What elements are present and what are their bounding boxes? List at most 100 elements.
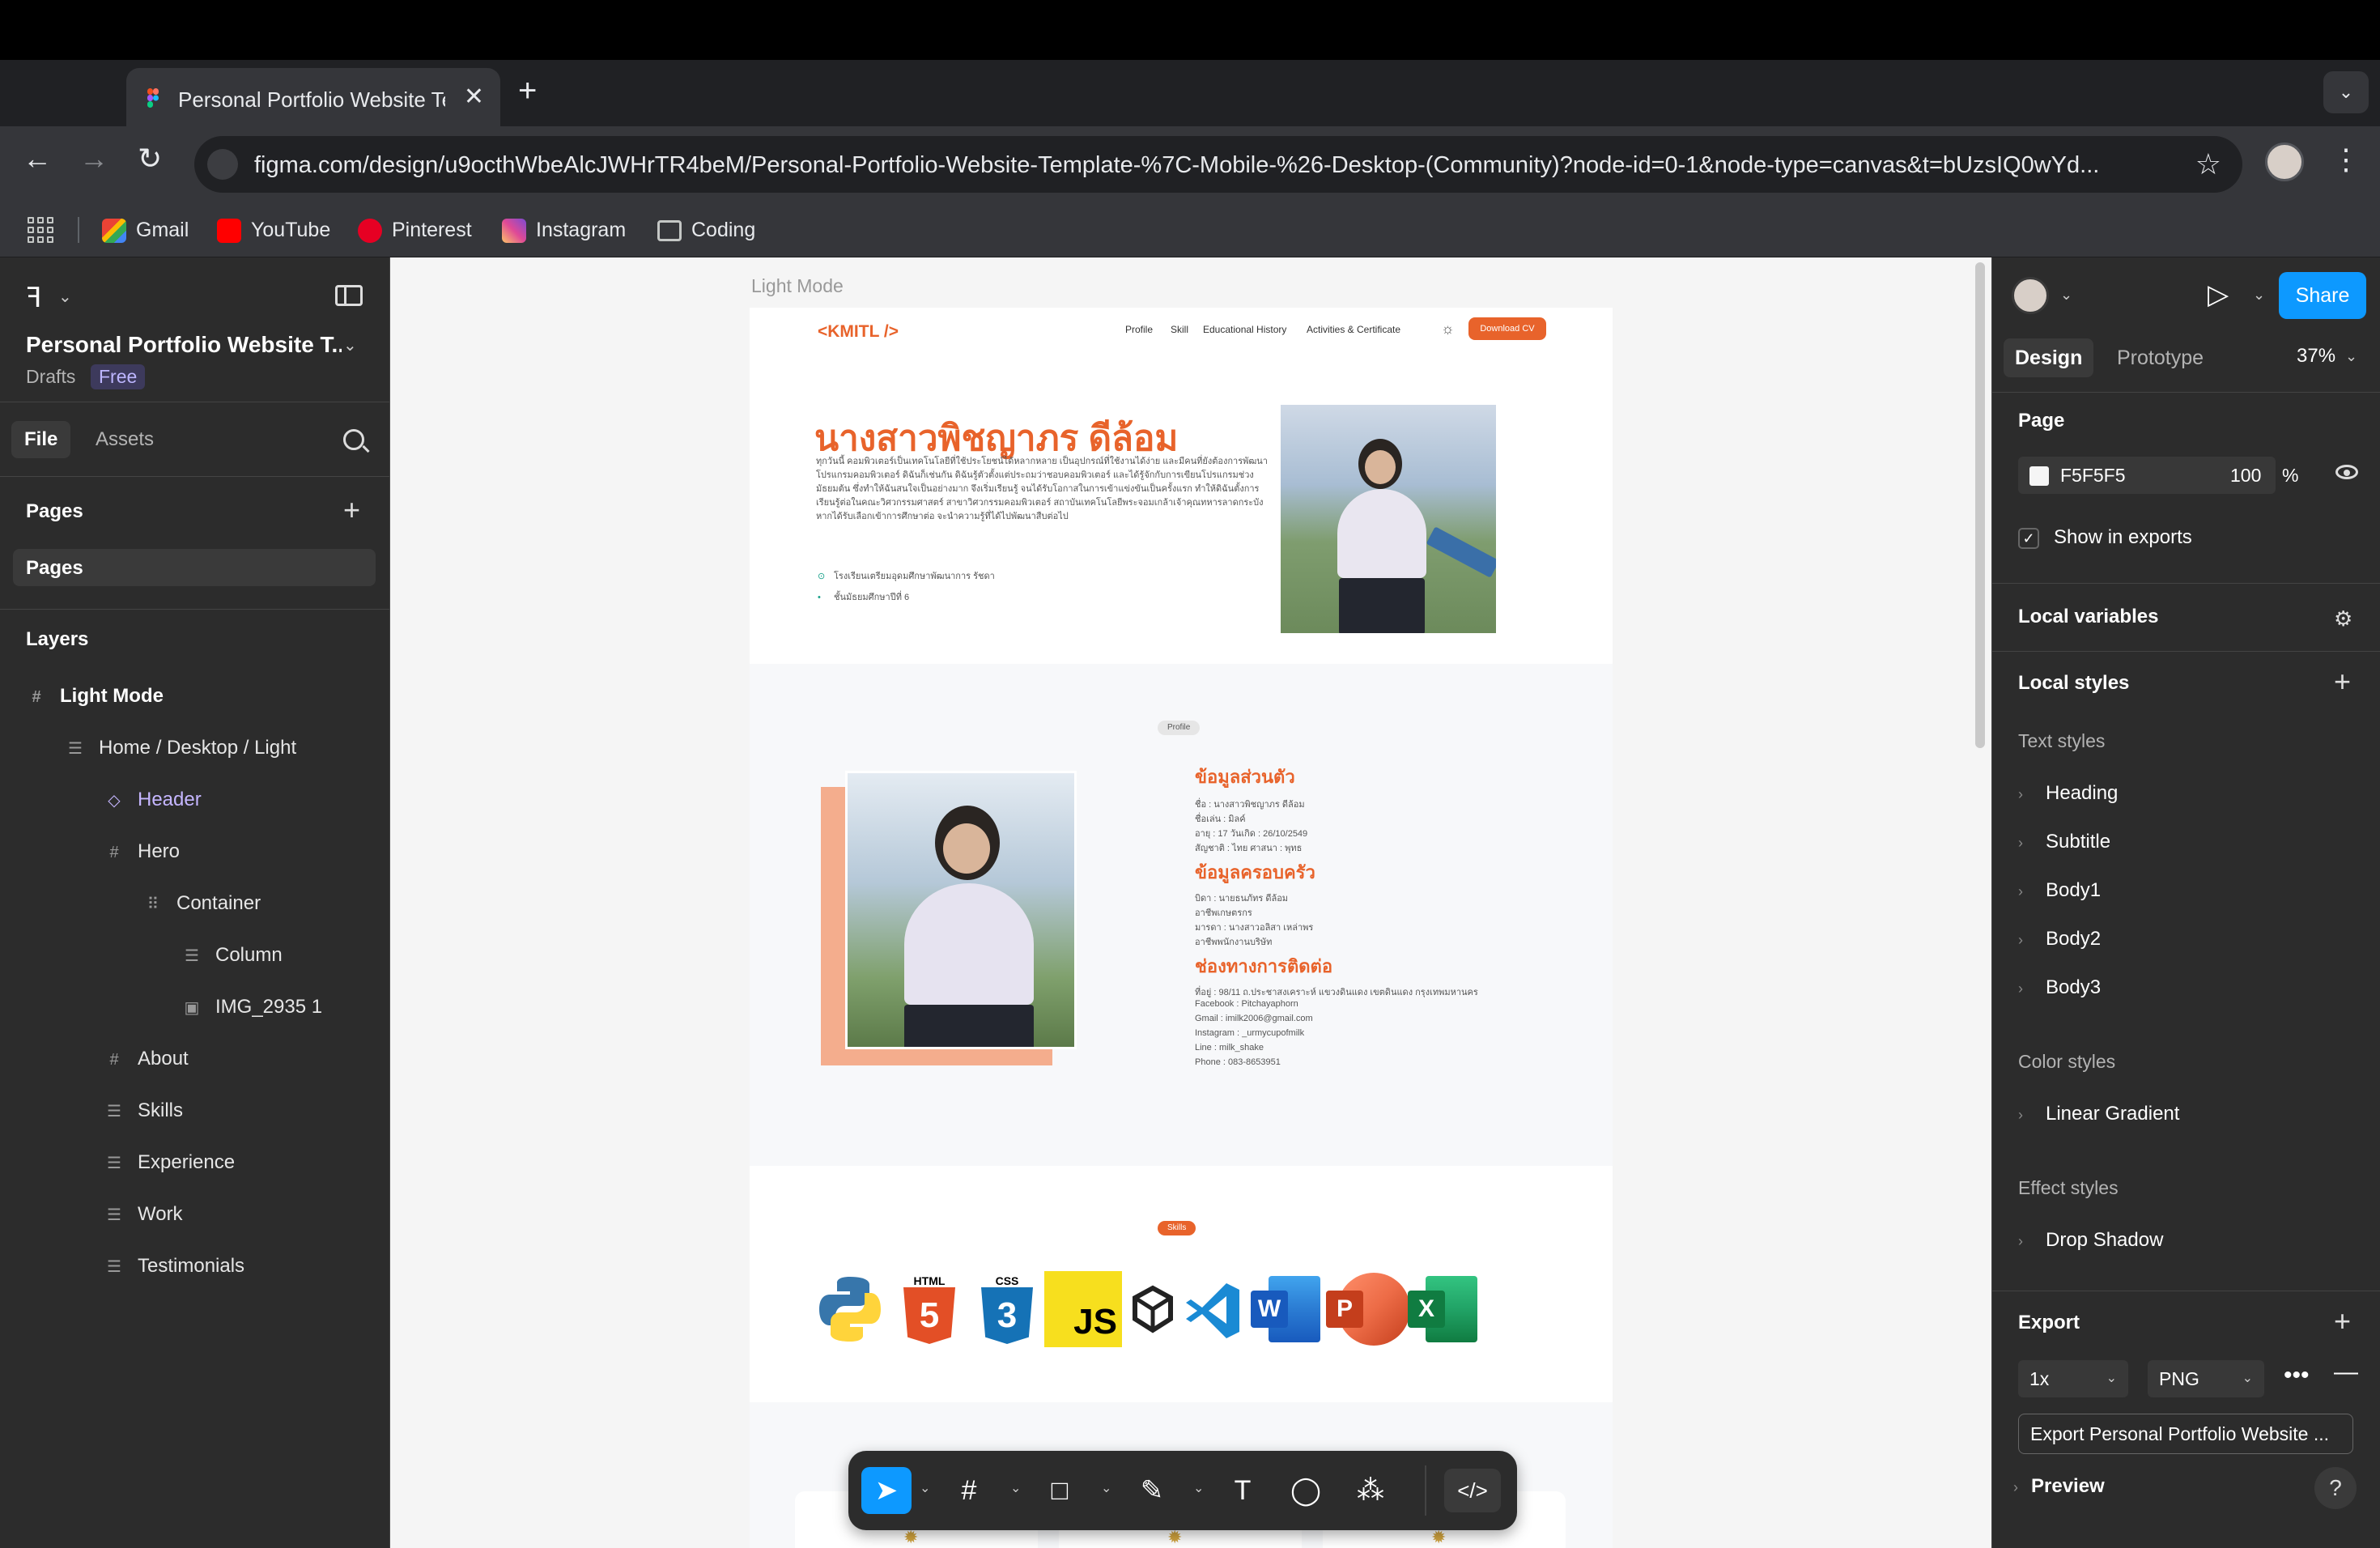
export-format-select[interactable]: PNG ⌄ xyxy=(2148,1360,2264,1397)
layer-experience[interactable]: ☰ Experience xyxy=(105,1146,235,1179)
new-tab-icon[interactable]: + xyxy=(518,74,537,107)
chevron-down-icon[interactable]: ⌄ xyxy=(1101,1480,1111,1496)
layer-container[interactable]: ⠿ Container xyxy=(144,887,261,920)
bookmark-youtube[interactable]: YouTube xyxy=(217,215,330,245)
layer-skills[interactable]: ☰ Skills xyxy=(105,1095,183,1127)
chevron-down-icon[interactable]: ⌄ xyxy=(58,287,72,307)
share-button[interactable]: Share xyxy=(2279,272,2366,319)
color-swatch[interactable] xyxy=(2029,466,2049,486)
chevron-right-icon: › xyxy=(2018,1233,2023,1249)
chevron-down-icon[interactable]: ⌄ xyxy=(2060,287,2072,304)
layer-hero[interactable]: # Hero xyxy=(105,836,180,868)
add-export-icon[interactable]: + xyxy=(2334,1307,2351,1336)
help-button[interactable]: ? xyxy=(2314,1467,2357,1509)
page-opacity-field[interactable]: 100 % xyxy=(2212,457,2314,494)
layer-home-desktop-light[interactable]: ☰ Home / Desktop / Light xyxy=(66,732,296,764)
browser-tab[interactable]: Personal Portfolio Website Te ✕ xyxy=(126,68,500,126)
layer-img-2935[interactable]: ▣ IMG_2935 1 xyxy=(183,991,323,1023)
frame-icon: # xyxy=(32,688,41,706)
text-style-body2[interactable]: › Body2 xyxy=(2018,928,2101,950)
bookmark-instagram[interactable]: Instagram xyxy=(502,215,626,245)
layer-about[interactable]: # About xyxy=(105,1043,188,1075)
reload-icon[interactable]: ↻ xyxy=(138,142,162,175)
site-settings-icon[interactable] xyxy=(207,149,238,180)
user-avatar[interactable] xyxy=(2012,277,2049,314)
export-preview-toggle[interactable]: › Preview xyxy=(2013,1475,2105,1498)
layer-header[interactable]: ◇ Header xyxy=(105,784,201,816)
text-style-heading[interactable]: › Heading xyxy=(2018,782,2118,805)
toggle-sidebar-icon[interactable] xyxy=(335,285,363,306)
browser-profile-avatar[interactable] xyxy=(2265,142,2304,181)
remove-export-icon[interactable]: — xyxy=(2334,1359,2358,1386)
layer-column[interactable]: ☰ Column xyxy=(183,939,283,972)
file-location[interactable]: Drafts xyxy=(26,366,75,388)
dev-mode-icon[interactable]: </> xyxy=(1444,1469,1501,1512)
bookmark-star-icon[interactable]: ☆ xyxy=(2195,147,2221,181)
eye-icon[interactable] xyxy=(2335,465,2358,479)
pen-tool-icon[interactable]: ✎ xyxy=(1127,1467,1177,1514)
tab-search-chevron-icon[interactable]: ⌄ xyxy=(2323,71,2369,113)
page-item[interactable]: Pages xyxy=(13,549,376,586)
tab-assets[interactable]: Assets xyxy=(83,421,167,458)
text-styles-heading: Text styles xyxy=(2018,730,2106,751)
comment-tool-icon[interactable]: ◯ xyxy=(1281,1467,1331,1514)
layer-work[interactable]: ☰ Work xyxy=(105,1198,183,1231)
tab-file[interactable]: File xyxy=(11,421,71,458)
frame-tool-icon[interactable]: # xyxy=(944,1467,994,1514)
search-icon[interactable] xyxy=(343,429,364,450)
tab-prototype[interactable]: Prototype xyxy=(2106,338,2215,377)
chevron-down-icon[interactable]: ⌄ xyxy=(2345,348,2357,365)
tab-close-icon[interactable]: ✕ xyxy=(464,83,484,111)
canvas[interactable]: Light Mode <KMITL /> Profile Skill Educa… xyxy=(390,257,1991,1548)
text-tool-icon[interactable]: T xyxy=(1218,1467,1268,1514)
apps-grid-icon[interactable] xyxy=(28,217,53,243)
chevron-down-icon[interactable]: ⌄ xyxy=(343,335,357,355)
color-hex-value[interactable]: F5F5F5 xyxy=(2060,465,2126,487)
actions-tool-icon[interactable]: ⁂ xyxy=(1345,1467,1396,1514)
local-variables-heading[interactable]: Local variables xyxy=(2018,606,2158,628)
address-bar[interactable]: figma.com/design/u9octhWbeAlcJWHrTR4beM/… xyxy=(194,136,2242,193)
effect-style-drop-shadow[interactable]: › Drop Shadow xyxy=(2018,1229,2163,1252)
present-play-icon[interactable]: ▷ xyxy=(2208,279,2229,311)
figma-menu-icon[interactable]: ꟻ xyxy=(26,282,42,314)
move-tool-icon[interactable]: ➤ xyxy=(861,1467,912,1514)
export-button[interactable]: Export Personal Portfolio Website ... xyxy=(2018,1414,2353,1454)
browser-menu-icon[interactable]: ⋮ xyxy=(2331,142,2361,176)
export-more-icon[interactable]: ••• xyxy=(2284,1362,2310,1389)
zoom-level[interactable]: 37% xyxy=(2297,345,2335,368)
layer-testimonials[interactable]: ☰ Testimonials xyxy=(105,1250,244,1282)
bookmark-coding-folder[interactable]: Coding xyxy=(657,215,755,245)
text-style-body3[interactable]: › Body3 xyxy=(2018,976,2101,999)
page-heading: Page xyxy=(2018,410,2065,432)
color-style-linear-gradient[interactable]: › Linear Gradient xyxy=(2018,1103,2179,1125)
show-in-exports-checkbox[interactable]: ✓ xyxy=(2018,528,2039,549)
forward-arrow-icon[interactable]: → xyxy=(79,142,108,175)
file-name[interactable]: Personal Portfolio Website T... xyxy=(26,332,342,358)
text-style-body1[interactable]: › Body1 xyxy=(2018,879,2101,902)
layer-light-mode[interactable]: # Light Mode xyxy=(28,680,164,712)
local-styles-heading: Local styles xyxy=(2018,672,2130,694)
chevron-down-icon[interactable]: ⌄ xyxy=(1193,1480,1204,1496)
bookmark-gmail[interactable]: Gmail xyxy=(102,215,189,245)
frame-label[interactable]: Light Mode xyxy=(751,275,844,297)
chevron-down-icon[interactable]: ⌄ xyxy=(1010,1480,1021,1496)
text-style-subtitle[interactable]: › Subtitle xyxy=(2018,831,2110,853)
export-scale-select[interactable]: 1x ⌄ xyxy=(2018,1360,2128,1397)
chevron-down-icon[interactable]: ⌄ xyxy=(2253,287,2265,304)
add-style-icon[interactable]: + xyxy=(2334,667,2351,696)
browser-toolbar: ← → ↻ figma.com/design/u9octhWbeAlcJWHrT… xyxy=(0,126,2380,202)
opacity-percent: % xyxy=(2282,465,2299,486)
variables-settings-icon[interactable]: ⚙ xyxy=(2334,604,2352,633)
light-mode-frame[interactable]: <KMITL /> Profile Skill Educational Hist… xyxy=(750,308,1613,1548)
canvas-scrollbar[interactable] xyxy=(1975,262,1985,748)
bookmark-pinterest[interactable]: Pinterest xyxy=(358,215,472,245)
back-arrow-icon[interactable]: ← xyxy=(23,142,52,175)
rectangle-tool-icon[interactable]: □ xyxy=(1035,1467,1085,1514)
chevron-down-icon[interactable]: ⌄ xyxy=(920,1480,930,1496)
nav-activities: Activities & Certificate xyxy=(1307,324,1401,335)
divider xyxy=(0,476,390,477)
add-page-icon[interactable]: + xyxy=(343,495,360,525)
style-label: Drop Shadow xyxy=(2046,1229,2164,1251)
opacity-value[interactable]: 100 xyxy=(2230,465,2261,487)
tab-design[interactable]: Design xyxy=(2004,338,2094,377)
